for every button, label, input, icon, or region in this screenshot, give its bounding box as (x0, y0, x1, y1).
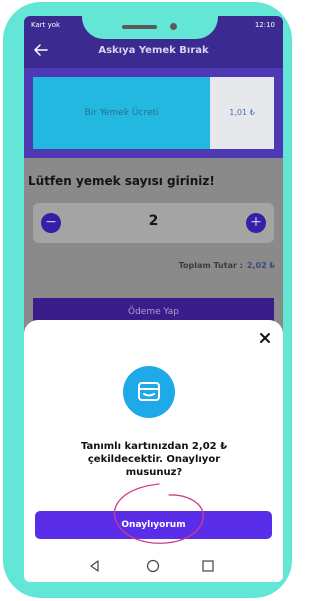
total-value: 2,02 ₺ (246, 261, 275, 270)
recents-square-icon[interactable] (200, 558, 216, 574)
meal-count-prompt: Lütfen yemek sayısı giriniz! (28, 174, 215, 188)
clock-text: 12:10 (254, 21, 275, 29)
app-bar: Askıya Yemek Bırak (24, 36, 283, 68)
phone-frame: Kart yok 12:10 Askıya Yemek Bırak Bir Ye… (3, 2, 292, 598)
system-nav-bar (24, 550, 283, 582)
close-icon[interactable] (257, 330, 273, 346)
page-title: Askıya Yemek Bırak (98, 45, 209, 56)
speaker-icon (122, 25, 157, 29)
confirm-button[interactable]: Onaylıyorum (35, 511, 272, 539)
back-triangle-icon[interactable] (87, 558, 103, 574)
camera-icon (170, 23, 177, 30)
home-circle-icon[interactable] (145, 558, 161, 574)
total-label: Toplam Tutar : (178, 261, 243, 270)
total-amount: Toplam Tutar :2,02 ₺ (179, 261, 275, 270)
increment-button[interactable]: + (246, 213, 266, 233)
meal-count-value: 2 (148, 213, 159, 229)
confirm-dialog: Tanımlı kartınızdan 2,02 ₺ çekildecektir… (24, 320, 283, 550)
phone-screen: Kart yok 12:10 Askıya Yemek Bırak Bir Ye… (24, 16, 283, 582)
confirm-message: Tanımlı kartınızdan 2,02 ₺ çekildecektir… (80, 441, 228, 478)
card-wallet-icon (123, 366, 175, 418)
meal-fee-card: Bir Yemek Ücreti 1,01 ₺ (33, 77, 274, 149)
carrier-text: Kart yok (31, 21, 61, 29)
camera-notch (82, 16, 218, 39)
quantity-stepper: − 2 + (33, 203, 274, 243)
meal-fee-label: Bir Yemek Ücreti (33, 77, 210, 149)
meal-fee-value: 1,01 ₺ (210, 77, 274, 149)
